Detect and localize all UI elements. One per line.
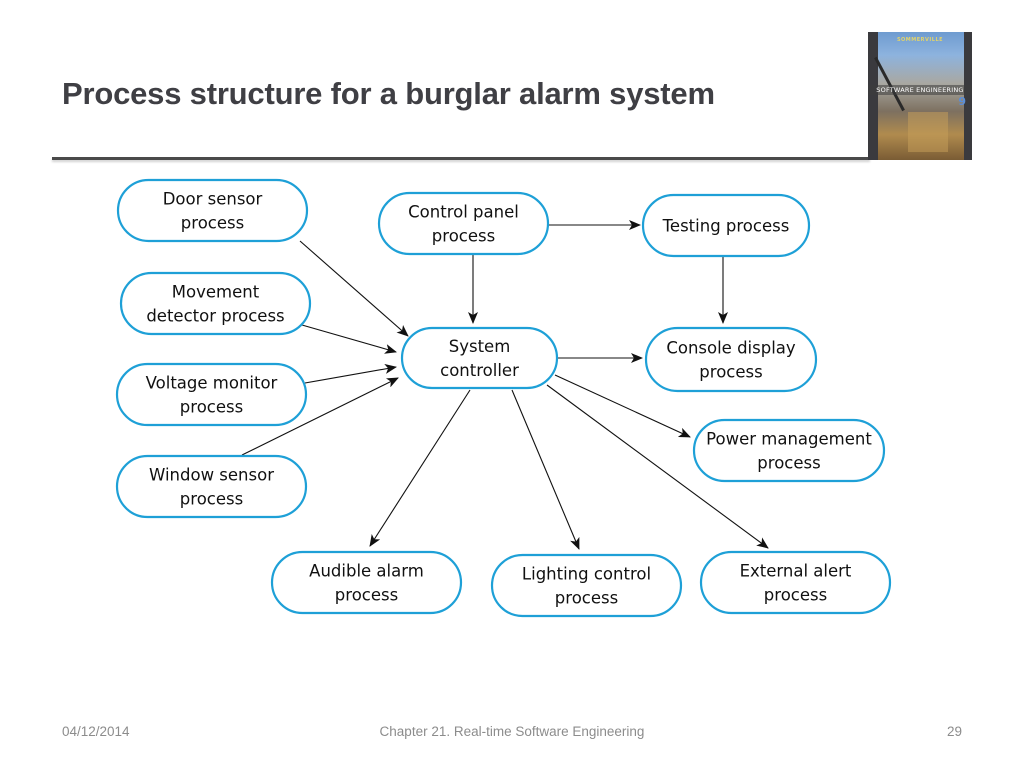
edge-system-lighting	[511, 389, 580, 550]
node-label: Audible alarm	[309, 562, 424, 581]
edge-system-audible	[369, 389, 471, 547]
node-label: Power management	[706, 430, 872, 449]
node-label: process	[432, 227, 495, 246]
node-label: External alert	[740, 562, 852, 581]
node-label: detector process	[146, 307, 284, 326]
node-control: Control panel process	[377, 191, 550, 256]
node-label: process	[555, 589, 618, 608]
node-lighting: Lighting control process	[490, 553, 683, 618]
node-label: Control panel	[408, 203, 519, 222]
page-number: 29	[946, 724, 962, 739]
node-shape	[644, 326, 818, 393]
node-label: process	[699, 363, 762, 382]
node-label: controller	[440, 361, 519, 380]
node-label: process	[757, 454, 820, 473]
node-label: process	[180, 490, 243, 509]
edge-movement-system	[301, 324, 397, 354]
node-label: Console display	[666, 339, 796, 358]
node-system: System controller	[400, 326, 559, 390]
edge-door-system	[299, 240, 409, 337]
node-testing: Testing process	[641, 193, 811, 258]
node-label: System	[449, 337, 511, 356]
node-label: process	[181, 214, 244, 233]
footer-chapter: Chapter 21. Real-time Software Engineeri…	[379, 724, 645, 739]
node-power: Power management process	[692, 418, 886, 483]
node-label: process	[180, 398, 243, 417]
node-label: Door sensor	[163, 190, 263, 209]
node-window: Window sensor process	[115, 454, 308, 519]
node-label: process	[764, 586, 827, 605]
node-voltage: Voltage monitor process	[115, 362, 308, 427]
process-diagram: Door sensor process Movement detector proce…	[115, 178, 892, 618]
node-console: Console display process	[644, 326, 818, 393]
node-door: Door sensor process	[116, 178, 309, 243]
node-label: Lighting control	[522, 565, 651, 584]
node-external: External alert process	[699, 550, 892, 615]
node-label: Voltage monitor	[146, 374, 278, 393]
node-label: process	[335, 586, 398, 605]
node-label: Window sensor	[149, 466, 274, 485]
nodes-layer: Door sensor process Movement detector proce…	[115, 178, 892, 618]
node-label: Movement	[172, 283, 260, 302]
edge-voltage-system	[304, 363, 397, 384]
node-label: Testing process	[662, 217, 790, 236]
node-movement: Movement detector process	[119, 271, 312, 336]
node-audible: Audible alarm process	[270, 550, 463, 615]
